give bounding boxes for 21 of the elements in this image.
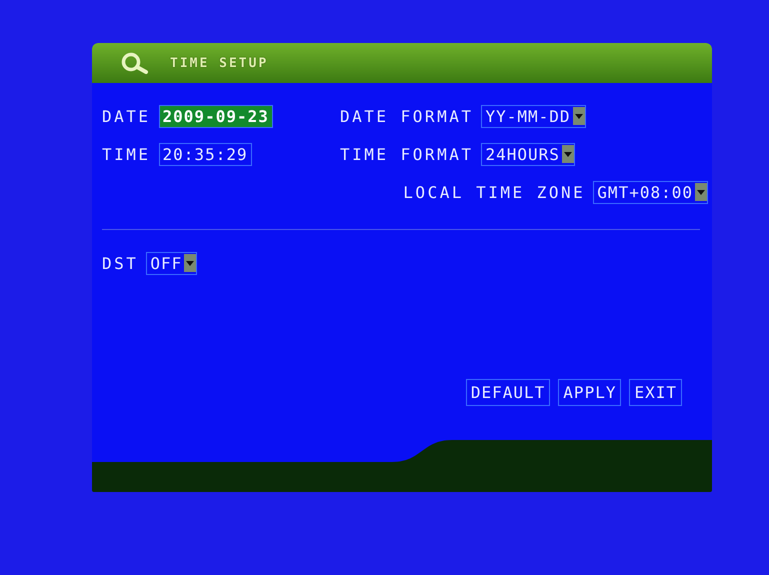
dropdown[interactable]: GMT+08:00: [593, 180, 708, 204]
field-label: DST: [102, 254, 138, 272]
action-button[interactable]: APPLY: [558, 379, 622, 406]
input-field[interactable]: 2009-09-23: [158, 104, 273, 128]
search-icon: [120, 52, 150, 74]
action-button[interactable]: EXIT: [629, 379, 682, 406]
action-button[interactable]: DEFAULT: [466, 379, 550, 406]
window-title: TIME SETUP: [170, 56, 268, 70]
dropdown[interactable]: OFF: [146, 252, 198, 274]
field-label: DATE FORMAT: [340, 106, 474, 126]
caret-icon: [184, 254, 196, 272]
caret-icon: [572, 107, 585, 125]
dropdown[interactable]: YY-MM-DD: [481, 104, 586, 128]
input-field[interactable]: 20:35:29: [158, 142, 252, 166]
field-label: LOCAL TIME ZONE: [403, 182, 586, 202]
field-label: TIME FORMAT: [340, 144, 474, 164]
field-label: TIME: [102, 144, 151, 164]
dropdown[interactable]: 24HOURS: [481, 142, 575, 166]
caret-icon: [695, 183, 707, 201]
caret-icon: [562, 145, 574, 163]
field-label: DATE: [102, 106, 151, 126]
